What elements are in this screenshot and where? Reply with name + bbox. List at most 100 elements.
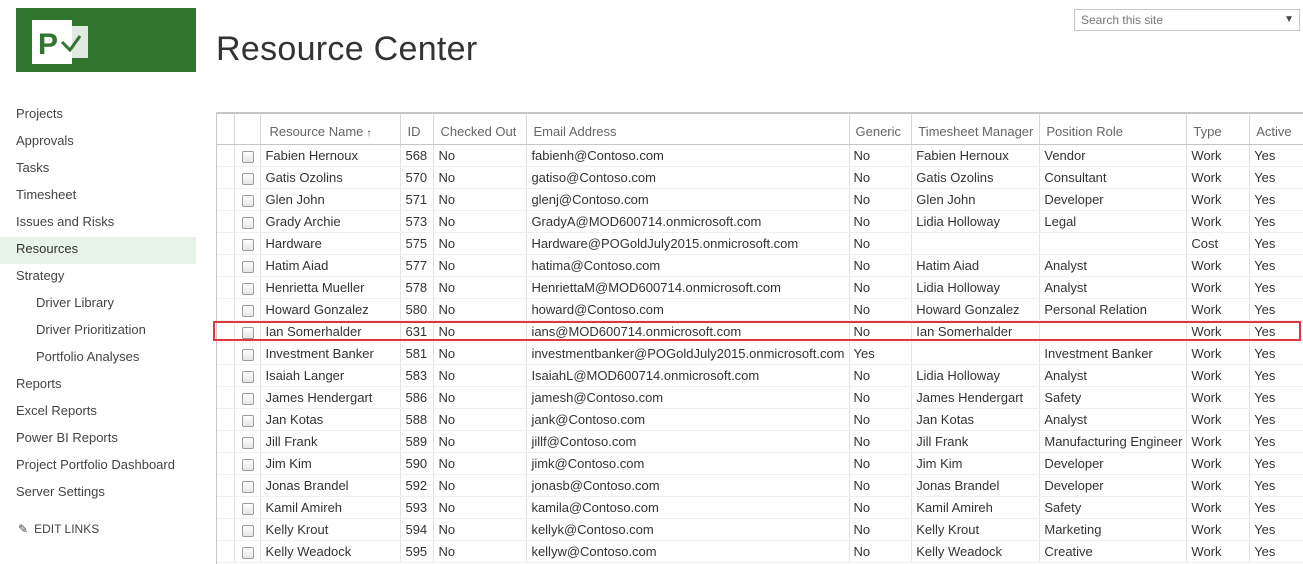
column-header-email-address[interactable]: Email Address bbox=[526, 113, 850, 145]
column-header-type[interactable]: Type bbox=[1186, 113, 1251, 145]
column-header-position-role[interactable]: Position Role bbox=[1039, 113, 1188, 145]
cell-resource-name[interactable]: Hardware bbox=[260, 232, 402, 255]
sidebar-item-timesheet[interactable]: Timesheet bbox=[0, 183, 196, 210]
cell-resource-name[interactable]: Jill Frank bbox=[260, 430, 402, 453]
row-checkbox[interactable] bbox=[241, 458, 254, 471]
cell-resource-name[interactable]: Glen John bbox=[260, 188, 402, 211]
sidebar-item-resources[interactable]: Resources bbox=[0, 237, 196, 264]
table-row[interactable]: Grady Archie 573 No GradyA@MOD600714.onmicr… bbox=[217, 210, 1303, 233]
cell-resource-name[interactable]: Howard Gonzalez bbox=[260, 298, 402, 321]
chevron-down-icon[interactable]: ▼ bbox=[1284, 14, 1294, 25]
row-checkbox[interactable] bbox=[241, 304, 254, 317]
row-selector[interactable] bbox=[217, 188, 235, 211]
row-checkbox[interactable] bbox=[241, 260, 254, 273]
row-selector[interactable] bbox=[217, 386, 235, 409]
table-row[interactable]: Investment Banker 581 No investmentbanker@P… bbox=[217, 342, 1303, 365]
cell-resource-name[interactable]: Grady Archie bbox=[260, 210, 402, 233]
sidebar-item-driver-prioritization[interactable]: Driver Prioritization bbox=[0, 318, 196, 345]
table-row[interactable]: Hatim Aiad 577 No hatima@Contoso.com No Hatim… bbox=[217, 254, 1303, 277]
sidebar-item-reports[interactable]: Reports bbox=[0, 372, 196, 399]
cell-resource-name[interactable]: Henrietta Mueller bbox=[260, 276, 402, 299]
column-header-generic[interactable]: Generic bbox=[849, 113, 913, 145]
table-row[interactable]: Kelly Weadock 595 No kellyw@Contoso.com No Ke… bbox=[217, 540, 1303, 563]
row-checkbox[interactable] bbox=[241, 414, 254, 427]
sidebar-item-approvals[interactable]: Approvals bbox=[0, 129, 196, 156]
row-selector[interactable] bbox=[217, 452, 235, 475]
table-row[interactable]: Howard Gonzalez 580 No howard@Contoso.com No… bbox=[217, 298, 1303, 321]
sidebar-item-tasks[interactable]: Tasks bbox=[0, 156, 196, 183]
row-selector[interactable] bbox=[217, 276, 235, 299]
row-checkbox[interactable] bbox=[241, 502, 254, 515]
sidebar-item-power-bi-reports[interactable]: Power BI Reports bbox=[0, 426, 196, 453]
row-checkbox[interactable] bbox=[241, 238, 254, 251]
row-selector[interactable] bbox=[217, 210, 235, 233]
cell-resource-name[interactable]: Isaiah Langer bbox=[260, 364, 402, 387]
row-selector[interactable] bbox=[217, 254, 235, 277]
row-checkbox[interactable] bbox=[241, 348, 254, 361]
table-row[interactable]: Ian Somerhalder 631 No ians@MOD600714.onmic… bbox=[217, 320, 1303, 343]
row-selector[interactable] bbox=[217, 232, 235, 255]
column-header-id[interactable]: ID bbox=[400, 113, 435, 145]
row-selector[interactable] bbox=[217, 298, 235, 321]
cell-resource-name[interactable]: Kelly Weadock bbox=[260, 540, 402, 563]
row-checkbox[interactable] bbox=[241, 546, 254, 559]
row-selector[interactable] bbox=[217, 144, 235, 167]
row-selector[interactable] bbox=[217, 342, 235, 365]
table-row[interactable]: Jill Frank 589 No jillf@Contoso.com No Jill F… bbox=[217, 430, 1303, 453]
table-row[interactable]: Gatis Ozolins 570 No gatiso@Contoso.com No Ga… bbox=[217, 166, 1303, 189]
cell-resource-name[interactable]: Fabien Hernoux bbox=[260, 144, 402, 167]
row-checkbox[interactable] bbox=[241, 524, 254, 537]
row-selector[interactable] bbox=[217, 474, 235, 497]
row-checkbox[interactable] bbox=[241, 370, 254, 383]
column-header-resource-name[interactable]: Resource Name ↑ bbox=[260, 113, 402, 145]
cell-resource-name[interactable]: Jan Kotas bbox=[260, 408, 402, 431]
sidebar-item-project-portfolio-dashboard[interactable]: Project Portfolio Dashboard bbox=[0, 453, 196, 480]
row-selector[interactable] bbox=[217, 166, 235, 189]
cell-resource-name[interactable]: Jim Kim bbox=[260, 452, 402, 475]
sidebar-item-server-settings[interactable]: Server Settings bbox=[0, 480, 196, 507]
cell-resource-name[interactable]: Ian Somerhalder bbox=[260, 320, 402, 343]
sidebar-item-portfolio-analyses[interactable]: Portfolio Analyses bbox=[0, 345, 196, 372]
table-row[interactable]: Hardware 575 No Hardware@POGoldJuly2015.onm… bbox=[217, 232, 1303, 255]
table-row[interactable]: Jim Kim 590 No jimk@Contoso.com No Jim Kim Dev… bbox=[217, 452, 1303, 475]
column-header-timesheet-manager[interactable]: Timesheet Manager bbox=[911, 113, 1041, 145]
table-row[interactable]: Kamil Amireh 593 No kamila@Contoso.com No Kam… bbox=[217, 496, 1303, 519]
edit-links-button[interactable]: ✎ EDIT LINKS bbox=[18, 522, 99, 536]
sidebar-item-projects[interactable]: Projects bbox=[0, 102, 196, 129]
cell-resource-name[interactable]: Kamil Amireh bbox=[260, 496, 402, 519]
sidebar-item-issues-and-risks[interactable]: Issues and Risks bbox=[0, 210, 196, 237]
project-logo[interactable]: P bbox=[16, 8, 196, 72]
table-row[interactable]: Jonas Brandel 592 No jonasb@Contoso.com No Jo… bbox=[217, 474, 1303, 497]
table-row[interactable]: Fabien Hernoux 568 No fabienh@Contoso.com No… bbox=[217, 144, 1303, 167]
cell-resource-name[interactable]: Investment Banker bbox=[260, 342, 402, 365]
column-header-checked-out[interactable]: Checked Out bbox=[433, 113, 528, 145]
row-selector[interactable] bbox=[217, 540, 235, 563]
search-input[interactable]: Search this site ▼ bbox=[1074, 9, 1300, 31]
sidebar-item-strategy[interactable]: Strategy bbox=[0, 264, 196, 291]
cell-resource-name[interactable]: Gatis Ozolins bbox=[260, 166, 402, 189]
column-header-active[interactable]: Active bbox=[1249, 113, 1303, 145]
sidebar-item-driver-library[interactable]: Driver Library bbox=[0, 291, 196, 318]
row-selector[interactable] bbox=[217, 408, 235, 431]
row-selector[interactable] bbox=[217, 518, 235, 541]
table-row[interactable]: Jan Kotas 588 No jank@Contoso.com No Jan Kota… bbox=[217, 408, 1303, 431]
table-row[interactable]: Glen John 571 No glenj@Contoso.com No Glen Jo… bbox=[217, 188, 1303, 211]
table-row[interactable]: James Hendergart 586 No jamesh@Contoso.com N… bbox=[217, 386, 1303, 409]
row-selector[interactable] bbox=[217, 364, 235, 387]
row-checkbox[interactable] bbox=[241, 194, 254, 207]
sidebar-item-excel-reports[interactable]: Excel Reports bbox=[0, 399, 196, 426]
cell-resource-name[interactable]: Hatim Aiad bbox=[260, 254, 402, 277]
table-row[interactable]: Henrietta Mueller 578 No HenriettaM@MOD6007… bbox=[217, 276, 1303, 299]
cell-resource-name[interactable]: James Hendergart bbox=[260, 386, 402, 409]
row-checkbox[interactable] bbox=[241, 282, 254, 295]
table-row[interactable]: Isaiah Langer 583 No IsaiahL@MOD600714.onmi… bbox=[217, 364, 1303, 387]
row-checkbox[interactable] bbox=[241, 326, 254, 339]
row-checkbox[interactable] bbox=[241, 480, 254, 493]
cell-resource-name[interactable]: Kelly Krout bbox=[260, 518, 402, 541]
row-checkbox[interactable] bbox=[241, 392, 254, 405]
row-checkbox[interactable] bbox=[241, 216, 254, 229]
row-selector[interactable] bbox=[217, 496, 235, 519]
row-checkbox[interactable] bbox=[241, 172, 254, 185]
row-checkbox[interactable] bbox=[241, 436, 254, 449]
row-selector[interactable] bbox=[217, 320, 235, 343]
